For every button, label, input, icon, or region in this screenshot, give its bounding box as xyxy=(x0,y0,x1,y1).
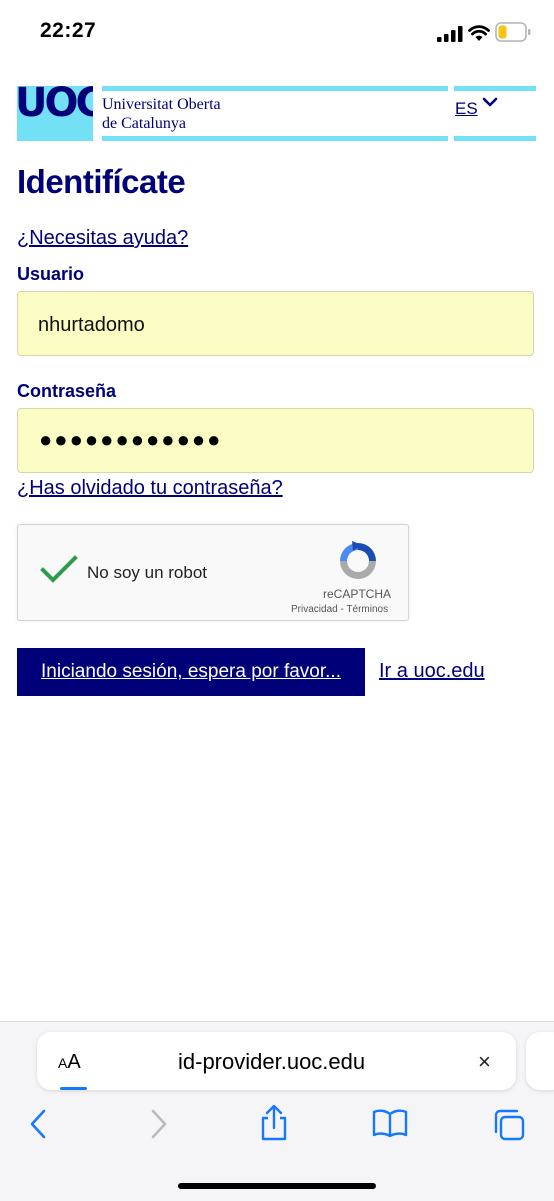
logo-text: UOC xyxy=(17,86,93,126)
university-name-line1: Universitat Oberta xyxy=(102,96,221,113)
recaptcha-logo-icon xyxy=(340,541,376,579)
cellular-signal-icon xyxy=(437,26,463,42)
recaptcha-links: Privacidad - Términos xyxy=(291,604,388,615)
signin-button[interactable]: Iniciando sesión, espera por favor... xyxy=(17,648,365,696)
next-tab-peek[interactable] xyxy=(526,1032,554,1090)
privacy-link[interactable]: Privacidad xyxy=(291,604,338,615)
recaptcha-brand: reCAPTCHA xyxy=(323,587,392,601)
url-text[interactable]: id-provider.uoc.edu xyxy=(178,1049,365,1075)
go-to-uoc-link[interactable]: Ir a uoc.edu xyxy=(379,660,485,683)
language-selector[interactable]: ES xyxy=(455,99,478,119)
header-bar-top xyxy=(102,86,448,91)
bookmarks-icon[interactable] xyxy=(372,1108,408,1138)
terms-link[interactable]: Términos xyxy=(346,604,388,615)
forward-icon[interactable] xyxy=(148,1108,170,1140)
password-input[interactable]: ●●●●●●●●●●●● xyxy=(17,408,534,473)
lang-bar-top xyxy=(454,86,536,91)
uoc-logo[interactable]: UOC xyxy=(17,86,93,141)
aa-small-letter: A xyxy=(58,1055,68,1071)
password-value: ●●●●●●●●●●●● xyxy=(39,427,223,452)
university-name: Universitat Oberta de Catalunya xyxy=(102,95,221,133)
chevron-down-icon[interactable] xyxy=(482,96,498,108)
home-indicator xyxy=(178,1183,376,1189)
tabs-icon[interactable] xyxy=(492,1108,526,1142)
forgot-password-link[interactable]: ¿Has olvidado tu contraseña? xyxy=(17,477,283,500)
back-icon[interactable] xyxy=(28,1108,50,1140)
status-time: 22:27 xyxy=(40,19,97,42)
page-title: Identifícate xyxy=(17,163,186,200)
loading-progress xyxy=(60,1087,87,1090)
password-label: Contraseña xyxy=(17,381,117,401)
reader-settings-button[interactable]: AA xyxy=(58,1051,81,1074)
wifi-icon xyxy=(468,25,490,41)
captcha-label: No soy un robot xyxy=(87,563,208,582)
lang-bar-bottom xyxy=(454,136,536,141)
username-value: nhurtadomo xyxy=(38,314,145,336)
share-icon[interactable] xyxy=(259,1104,289,1142)
username-input[interactable]: nhurtadomo xyxy=(17,291,534,356)
username-label: Usuario xyxy=(17,264,85,284)
header-bar-bottom xyxy=(102,136,448,141)
stop-loading-button[interactable]: × xyxy=(478,1049,491,1075)
aa-large-letter: A xyxy=(67,1051,81,1073)
recaptcha-widget: No soy un robot reCAPTCHA Privacidad - T… xyxy=(17,524,409,621)
university-name-line2: de Catalunya xyxy=(102,115,186,132)
battery-icon xyxy=(495,22,531,42)
checkmark-icon[interactable] xyxy=(40,555,78,585)
help-link[interactable]: ¿Necesitas ayuda? xyxy=(17,227,188,250)
